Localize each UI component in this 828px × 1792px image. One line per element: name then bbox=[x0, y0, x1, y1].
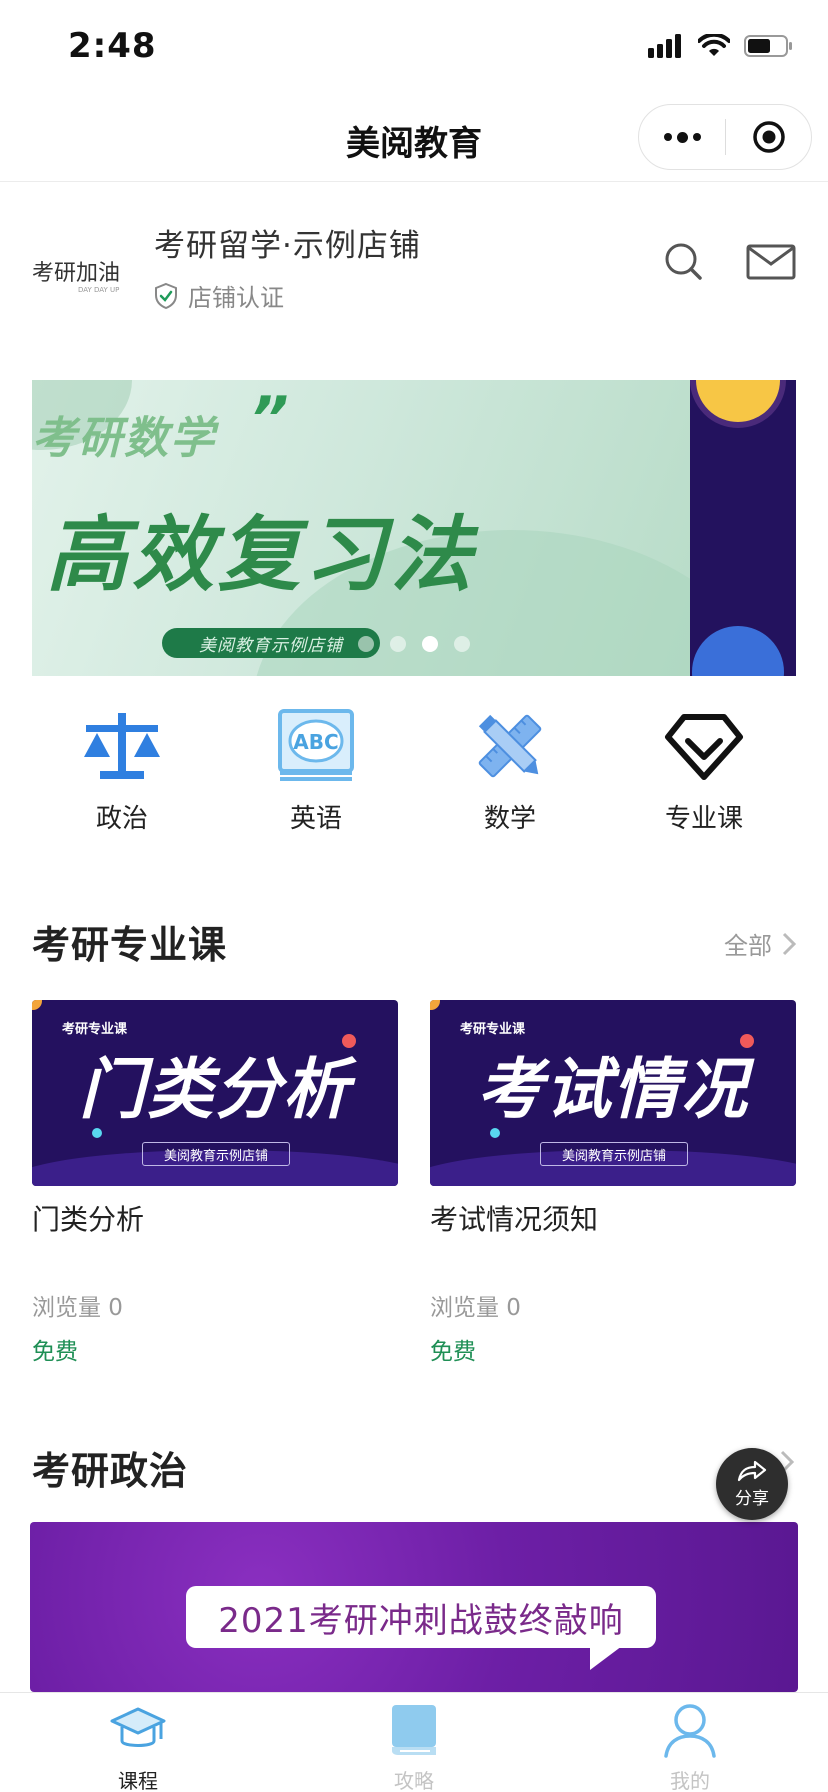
nav-bar: 美阅教育 bbox=[0, 96, 828, 182]
close-mini-program-button[interactable] bbox=[726, 105, 811, 169]
course-price: 免费 bbox=[32, 1339, 78, 1365]
user-icon bbox=[664, 1704, 716, 1758]
politics-banner[interactable]: 2021考研冲刺战鼓终敲响 bbox=[30, 1522, 798, 1692]
course-cover[interactable]: 考研专业课 考试情况 美阅教育示例店铺 bbox=[430, 1000, 796, 1186]
more-dots-icon bbox=[663, 133, 672, 141]
more-menu-button[interactable] bbox=[639, 105, 725, 169]
banner-slide[interactable]: 考研数学 ” 高效复习法 美阅教育示例店铺 bbox=[32, 380, 690, 676]
target-close-icon bbox=[752, 121, 785, 153]
course-title[interactable]: 门类分析 bbox=[32, 1198, 398, 1238]
wifi-icon bbox=[698, 34, 730, 56]
mail-icon bbox=[746, 244, 796, 280]
cert-label: 店铺认证 bbox=[188, 284, 284, 312]
banner-title: 高效复习法 bbox=[46, 508, 476, 603]
category-label: 英语 bbox=[289, 804, 342, 834]
course-cover[interactable]: 考研专业课 门类分析 美阅教育示例店铺 bbox=[32, 1000, 398, 1186]
category-label: 专业课 bbox=[664, 804, 743, 834]
category-grid: 政治 ABC 英语 数学 专业课 bbox=[0, 704, 828, 844]
banner-tag: 美阅教育示例店铺 bbox=[162, 628, 380, 658]
category-politics[interactable]: 政治 bbox=[52, 704, 192, 835]
tab-label: 课程 bbox=[118, 1769, 158, 1792]
signal-icon bbox=[648, 34, 681, 58]
abc-book-icon: ABC bbox=[278, 709, 354, 781]
banner-next-slide-preview[interactable] bbox=[690, 380, 796, 676]
banner-quote-mark: ” bbox=[250, 384, 289, 454]
ruler-pencil-icon bbox=[478, 714, 542, 778]
tab-label: 攻略 bbox=[394, 1769, 434, 1792]
view-all-button[interactable]: 全部 bbox=[724, 926, 796, 961]
svg-text:考研加油: 考研加油 bbox=[32, 261, 120, 286]
course-price: 免费 bbox=[430, 1339, 476, 1365]
shop-header: 考研加油 DAY DAY UP 考研留学·示例店铺 店铺认证 bbox=[0, 182, 828, 352]
diamond-icon bbox=[665, 714, 743, 780]
category-english[interactable]: ABC 英语 bbox=[246, 704, 386, 835]
svg-text:ABC: ABC bbox=[293, 730, 338, 754]
share-label: 分享 bbox=[735, 1488, 769, 1509]
cover-tag: 美阅教育示例店铺 bbox=[142, 1142, 290, 1166]
banner-subtitle: 考研数学 bbox=[32, 413, 216, 464]
message-button[interactable] bbox=[746, 244, 796, 284]
carousel-dot-active[interactable] bbox=[422, 636, 438, 652]
scale-icon bbox=[84, 713, 160, 779]
cover-text: 门类分析 bbox=[79, 1051, 351, 1128]
battery-icon bbox=[744, 35, 792, 57]
category-major[interactable]: 专业课 bbox=[634, 704, 774, 835]
tab-label: 我的 bbox=[670, 1769, 710, 1792]
status-time: 2:48 bbox=[68, 26, 157, 66]
shop-name[interactable]: 考研留学·示例店铺 bbox=[154, 220, 421, 265]
share-arrow-icon bbox=[737, 1460, 767, 1481]
mini-program-capsule bbox=[638, 104, 812, 170]
carousel-dot[interactable] bbox=[390, 636, 406, 652]
carousel-dot[interactable] bbox=[454, 636, 470, 652]
cover-text: 考试情况 bbox=[477, 1051, 749, 1128]
search-button[interactable] bbox=[664, 242, 704, 286]
carousel-dot[interactable] bbox=[358, 636, 374, 652]
section-title-major: 考研专业课 bbox=[32, 923, 228, 967]
svg-text:DAY DAY UP: DAY DAY UP bbox=[78, 286, 119, 294]
chevron-right-icon bbox=[782, 932, 796, 955]
tab-guide[interactable]: 攻略 bbox=[344, 1699, 484, 1792]
cover-kicker: 考研专业课 bbox=[460, 1022, 526, 1037]
status-bar: 2:48 bbox=[0, 0, 828, 96]
shop-logo[interactable]: 考研加油 DAY DAY UP bbox=[32, 252, 132, 296]
book-icon bbox=[392, 1705, 436, 1755]
category-label: 政治 bbox=[95, 804, 148, 834]
course-card[interactable]: 考研专业课 考试情况 美阅教育示例店铺 考试情况须知 浏览量 0 免费 bbox=[430, 1000, 796, 1366]
graduation-cap-icon bbox=[110, 1707, 166, 1747]
course-views: 浏览量 0 bbox=[430, 1295, 521, 1321]
tab-mine[interactable]: 我的 bbox=[620, 1699, 760, 1792]
share-button[interactable]: 分享 bbox=[716, 1448, 788, 1520]
cover-tag: 美阅教育示例店铺 bbox=[540, 1142, 688, 1166]
category-label: 数学 bbox=[483, 804, 536, 834]
course-title[interactable]: 考试情况须知 bbox=[430, 1198, 796, 1238]
view-all-label: 全部 bbox=[724, 932, 772, 960]
section-title-politics: 考研政治 bbox=[32, 1449, 189, 1493]
search-icon bbox=[665, 243, 702, 280]
shop-certification[interactable]: 店铺认证 bbox=[154, 278, 284, 313]
course-card[interactable]: 考研专业课 门类分析 美阅教育示例店铺 门类分析 浏览量 0 免费 bbox=[32, 1000, 398, 1366]
shield-check-icon bbox=[155, 282, 177, 309]
course-views: 浏览量 0 bbox=[32, 1295, 123, 1321]
tab-course[interactable]: 课程 bbox=[68, 1699, 208, 1792]
carousel-indicator bbox=[358, 636, 470, 652]
status-icons bbox=[648, 34, 794, 58]
politics-banner-text: 2021考研冲刺战鼓终敲响 bbox=[186, 1586, 656, 1648]
cover-kicker: 考研专业课 bbox=[62, 1022, 128, 1037]
category-math[interactable]: 数学 bbox=[440, 704, 580, 835]
tab-bar: 课程 攻略 我的 bbox=[0, 1692, 828, 1792]
banner-carousel[interactable]: 考研数学 ” 高效复习法 美阅教育示例店铺 bbox=[32, 380, 796, 676]
